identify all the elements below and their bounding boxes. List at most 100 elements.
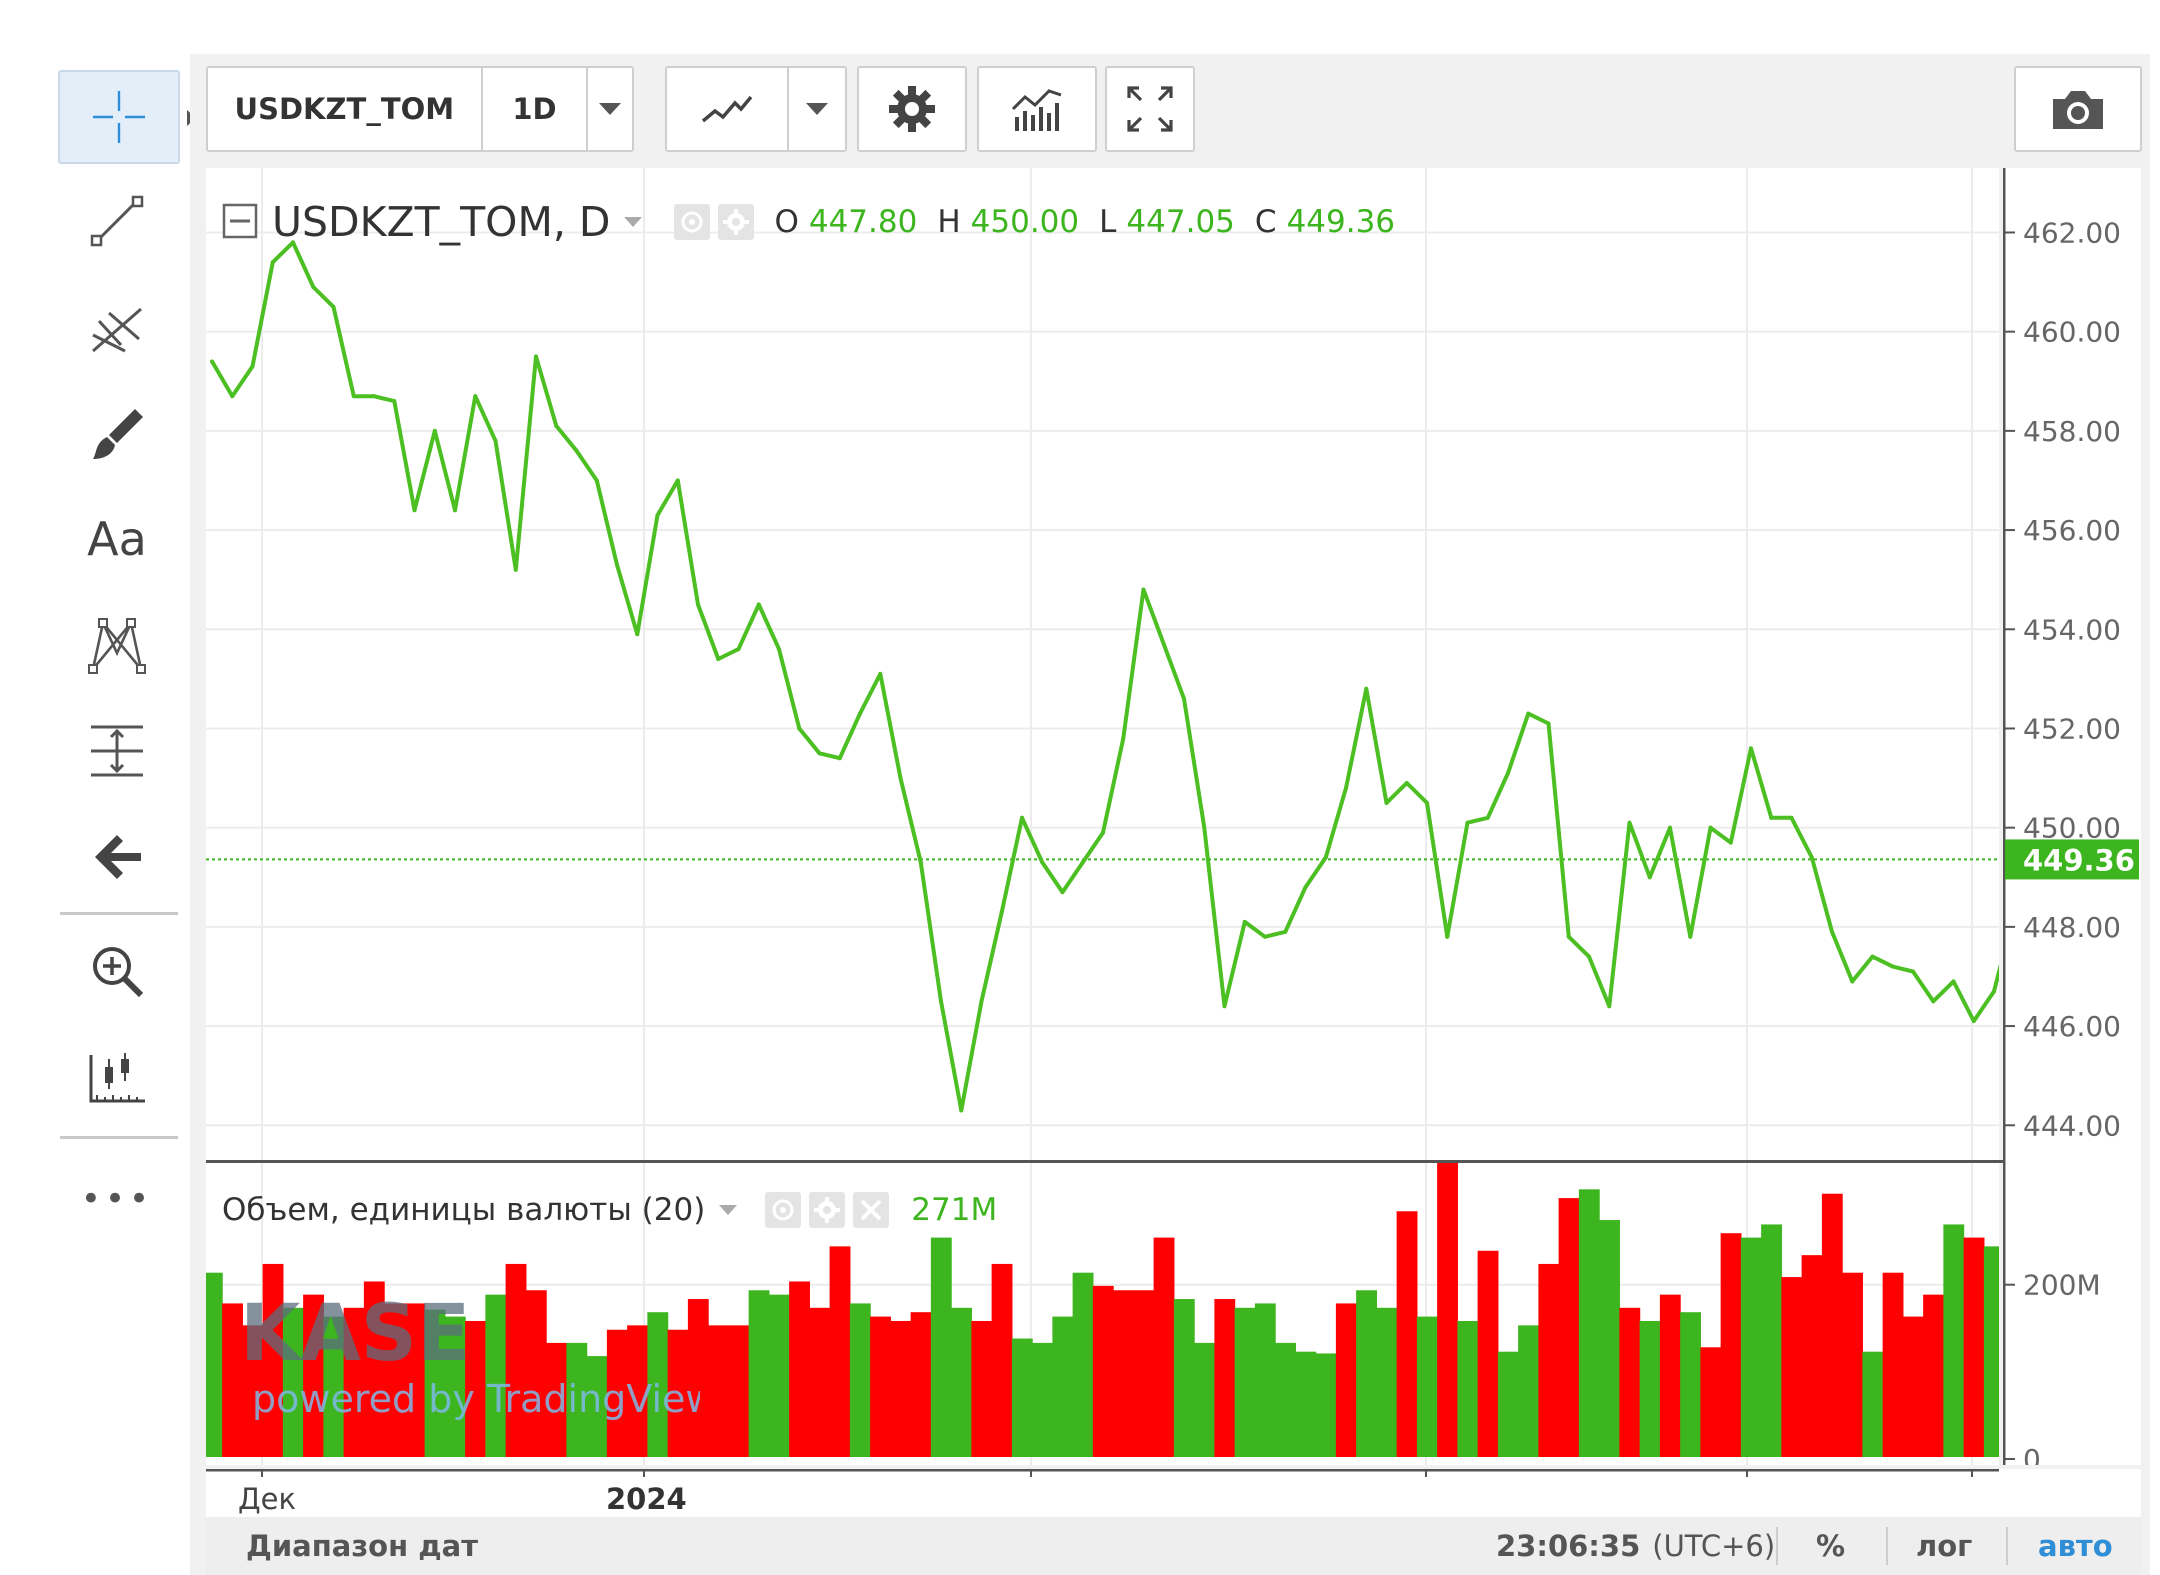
price-point — [1546, 721, 1551, 726]
price-point — [311, 285, 316, 290]
price-tick-label: 454.00 — [2023, 613, 2121, 646]
volume-bar — [1335, 1303, 1357, 1457]
price-tick-label: 448.00 — [2023, 911, 2121, 944]
percent-scale-button[interactable]: % — [1816, 1517, 1845, 1575]
trend-line-tool-button[interactable] — [58, 176, 176, 266]
measure-tool-button[interactable] — [58, 706, 176, 796]
price-point — [1425, 800, 1429, 805]
price-point — [432, 428, 437, 433]
price-point — [1445, 934, 1450, 939]
volume-bar — [1133, 1290, 1155, 1457]
auto-label: авто — [2038, 1529, 2113, 1563]
more-tools-button[interactable]: ••• — [58, 1154, 176, 1244]
zoom-in-icon — [93, 947, 144, 998]
volume-tick-label: 200M — [2023, 1269, 2101, 1302]
chart-style-dropdown[interactable] — [789, 68, 845, 150]
volume-title[interactable]: Объем, единицы валюты (20) — [222, 1192, 705, 1228]
indicators-button[interactable] — [979, 68, 1095, 150]
kase-watermark: KASE powered by TradingView — [240, 1289, 716, 1434]
price-point — [1020, 815, 1024, 820]
pitchfork-tool-button[interactable] — [58, 282, 176, 372]
price-point — [1283, 929, 1288, 934]
snapshot-button[interactable] — [2016, 68, 2140, 150]
price-point — [1809, 855, 1814, 860]
volume-bar — [1761, 1224, 1782, 1457]
chart-style-button[interactable] — [667, 68, 789, 150]
auto-scale-button[interactable]: авто — [2038, 1517, 2113, 1575]
brush-tool-button[interactable] — [58, 388, 176, 478]
price-point — [615, 562, 619, 567]
date-range-button[interactable]: Диапазон дат — [246, 1517, 478, 1575]
price-point — [1890, 964, 1895, 969]
text-tool-button[interactable]: Aa — [58, 494, 176, 584]
price-point — [270, 260, 275, 265]
volume-bar — [1862, 1351, 1884, 1457]
price-point — [777, 647, 781, 652]
price-point — [412, 508, 417, 513]
price-point — [1688, 934, 1693, 939]
price-grid — [206, 168, 1999, 1160]
high-value: 450.00 — [970, 204, 1080, 240]
price-series-line — [210, 240, 2057, 1113]
volume-bar — [1700, 1347, 1722, 1457]
price-point — [594, 478, 599, 483]
pattern-tool-button[interactable] — [58, 600, 176, 690]
price-point — [1526, 711, 1531, 716]
volume-bar — [748, 1290, 770, 1457]
price-point — [1182, 696, 1186, 701]
status-bar: Диапазон дат 23:06:35 (UTC+6) % лог авто — [206, 1517, 2141, 1575]
price-point — [351, 394, 356, 399]
crosshair-icon — [93, 91, 145, 143]
timezone-button[interactable]: 23:06:35 (UTC+6) — [1496, 1517, 1775, 1575]
drawing-toolbar: Aa ••• — [58, 66, 196, 1226]
zoom-tool-button[interactable] — [58, 926, 176, 1016]
volume-bar — [890, 1320, 912, 1457]
chevron-down-icon[interactable] — [624, 217, 643, 227]
chevron-down-icon — [599, 103, 622, 115]
volume-bar — [1173, 1299, 1195, 1457]
volume-bar — [1821, 1193, 1843, 1457]
volume-bar — [1842, 1272, 1863, 1457]
collapse-icon[interactable] — [222, 203, 260, 241]
interval-button[interactable]: 1D — [483, 68, 589, 150]
series-settings-icon[interactable] — [718, 204, 755, 240]
price-scale-svg: 444.00446.00448.00450.00452.00454.00456.… — [2002, 168, 2139, 1476]
open-label: O — [774, 204, 799, 240]
price-pane[interactable] — [206, 168, 2057, 1160]
fullscreen-button[interactable] — [1107, 68, 1193, 150]
camera-icon — [2053, 91, 2103, 129]
crosshair-tool-button[interactable] — [58, 70, 196, 164]
price-point — [1060, 890, 1065, 895]
close-icon[interactable] — [853, 1192, 890, 1228]
price-point — [1769, 815, 1774, 820]
back-button[interactable] — [58, 812, 176, 902]
volume-bar — [1214, 1299, 1236, 1457]
symbol-label: USDKZT_TOM — [234, 92, 455, 126]
volume-settings-icon[interactable] — [809, 1192, 846, 1228]
eye-icon[interactable] — [674, 204, 711, 240]
time-scale[interactable]: Дек 2024 — [206, 1468, 2141, 1517]
price-point — [1668, 825, 1672, 830]
price-point — [898, 776, 903, 781]
volume-bar — [1882, 1272, 1904, 1457]
percent-label: % — [1816, 1529, 1846, 1563]
price-point — [1971, 1019, 1976, 1024]
time-label-dec: Дек — [238, 1482, 296, 1516]
symbol-search-button[interactable]: USDKZT_TOM — [208, 68, 483, 150]
gear-icon — [889, 86, 935, 132]
legend-symbol[interactable]: USDKZT_TOM, D — [272, 198, 610, 246]
volume-bar — [809, 1307, 831, 1457]
log-scale-button[interactable]: лог — [1916, 1517, 1972, 1575]
volume-bar — [1072, 1272, 1094, 1457]
chevron-down-icon[interactable] — [719, 1205, 738, 1215]
eye-icon[interactable] — [765, 1192, 802, 1228]
price-scale[interactable]: 444.00 446.00 448.00 450.00 452.00 454.00 456.… — [2002, 168, 2141, 1476]
chart-style-group — [665, 66, 847, 152]
settings-button[interactable] — [859, 68, 965, 150]
interval-dropdown[interactable] — [588, 68, 632, 150]
volume-bar — [849, 1303, 871, 1457]
position-tool-button[interactable] — [58, 1032, 176, 1122]
price-point — [959, 1108, 964, 1113]
price-point — [1080, 860, 1085, 865]
volume-bar — [1113, 1290, 1134, 1457]
